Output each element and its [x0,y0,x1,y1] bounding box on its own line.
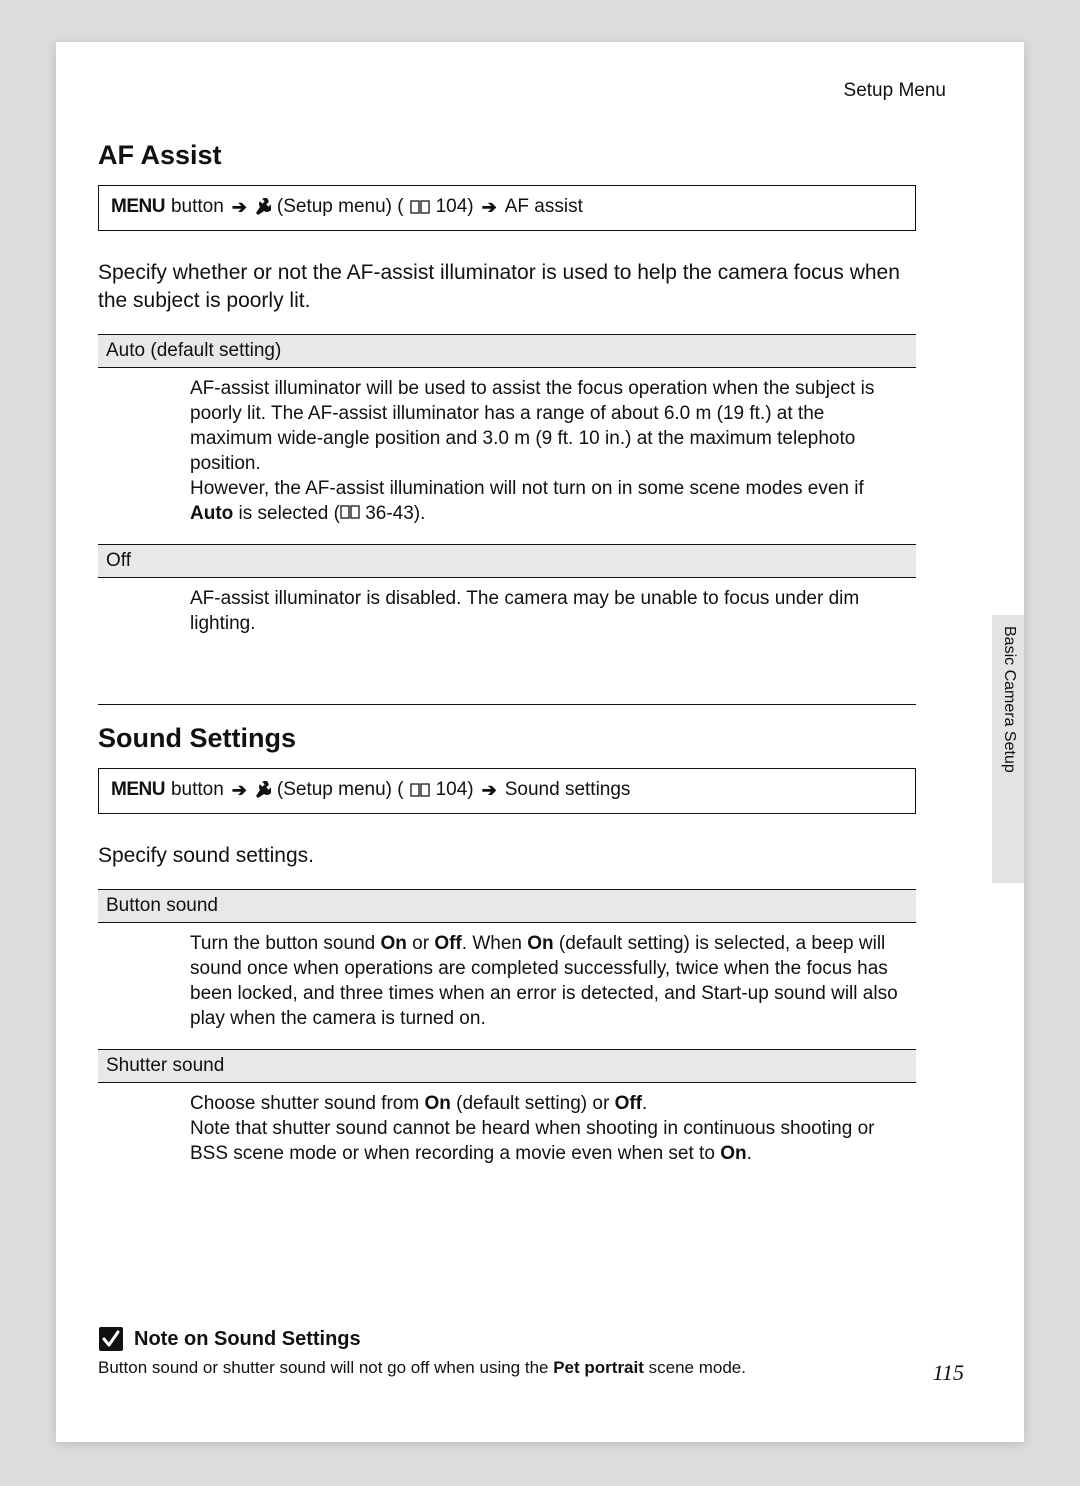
section-divider [98,704,916,705]
arrow-right-icon: ➔ [482,780,497,801]
section-title-sound-settings: Sound Settings [98,723,916,754]
arrow-right-icon: ➔ [232,780,247,801]
text-bold: On [527,933,553,954]
note-title-row: Note on Sound Settings [98,1326,916,1352]
manual-page: Setup Menu Basic Camera Setup AF Assist … [56,42,1024,1442]
text: is selected ( [233,503,340,524]
text: Note that shutter sound cannot be heard … [190,1118,874,1164]
text-bold: Auto [190,503,233,524]
text-bold: Pet portrait [553,1358,644,1377]
wrench-icon [255,781,271,799]
text-bold: Off [434,933,461,954]
check-square-icon [98,1326,124,1352]
section-intro: Specify sound settings. [98,842,916,870]
arrow-right-icon: ➔ [482,197,497,218]
note-body: Button sound or shutter sound will not g… [98,1358,916,1378]
text: scene mode. [644,1358,746,1377]
option-body-shutter-sound: Choose shutter sound from On (default se… [98,1083,916,1184]
menu-button-label: MENU [111,779,165,801]
text: button [171,779,224,801]
breadcrumb-leaf: AF assist [505,196,583,218]
book-icon [410,200,430,214]
breadcrumb-af-assist: MENU button ➔ (Setup menu) ( 104) ➔ AF a… [98,185,916,231]
running-head: Setup Menu [844,80,946,102]
breadcrumb-leaf: Sound settings [505,779,631,801]
side-tab-label: Basic Camera Setup [1000,626,1018,773]
option-body-auto: AF-assist illuminator will be used to as… [98,368,916,544]
text: (Setup menu) ( [277,779,404,801]
text: or [407,933,434,954]
text: Choose shutter sound from [190,1093,424,1114]
text: AF-assist illuminator will be used to as… [190,378,874,474]
text: . [642,1093,647,1114]
option-header-shutter-sound: Shutter sound [98,1049,916,1083]
page-number: 115 [933,1360,964,1386]
text: button [171,196,224,218]
text: However, the AF-assist illumination will… [190,478,864,499]
page-ref: 104) [436,779,474,801]
section-intro: Specify whether or not the AF-assist ill… [98,259,916,316]
option-header-off: Off [98,544,916,578]
menu-button-label: MENU [111,196,165,218]
text: . [747,1143,752,1164]
option-body-button-sound: Turn the button sound On or Off. When On… [98,923,916,1049]
text: Button sound or shutter sound will not g… [98,1358,553,1377]
book-icon [410,783,430,797]
text-bold: On [424,1093,450,1114]
page-content: AF Assist MENU button ➔ (Setup menu) ( 1… [98,140,916,1184]
breadcrumb-sound-settings: MENU button ➔ (Setup menu) ( 104) ➔ Soun… [98,768,916,814]
arrow-right-icon: ➔ [232,197,247,218]
text-bold: Off [615,1093,642,1114]
option-header-button-sound: Button sound [98,889,916,923]
page-ref: 36-43). [360,503,425,524]
text: (Setup menu) ( [277,196,404,218]
option-body-off: AF-assist illuminator is disabled. The c… [98,578,916,654]
option-header-auto: Auto (default setting) [98,334,916,368]
section-title-af-assist: AF Assist [98,140,916,171]
text: Turn the button sound [190,933,380,954]
note-block: Note on Sound Settings Button sound or s… [98,1326,916,1378]
text: (default setting) or [451,1093,615,1114]
wrench-icon [255,198,271,216]
note-title: Note on Sound Settings [134,1328,361,1351]
text: . When [462,933,527,954]
page-ref: 104) [436,196,474,218]
text-bold: On [380,933,406,954]
text-bold: On [720,1143,746,1164]
book-icon [340,505,360,519]
